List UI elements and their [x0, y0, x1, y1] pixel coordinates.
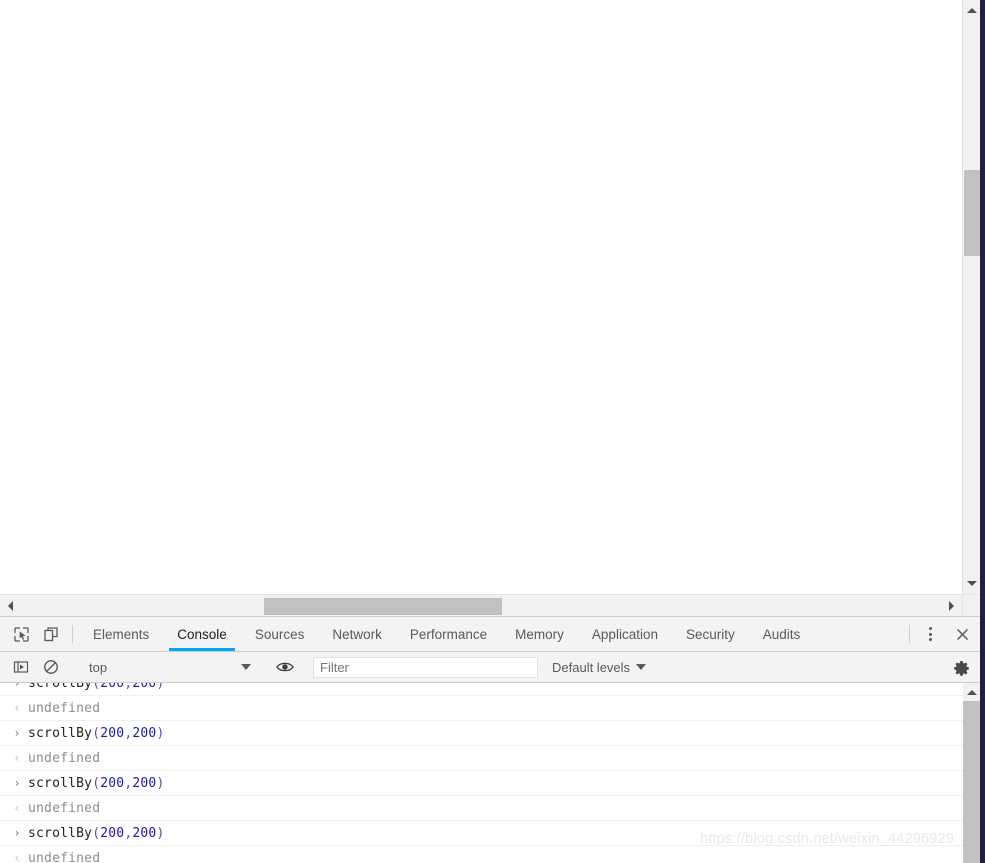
console-output-row: ‹ undefined: [0, 796, 963, 821]
page-viewport[interactable]: [0, 0, 962, 594]
scroll-up-arrow-icon[interactable]: [963, 2, 980, 19]
console-output-row: ‹ undefined: [0, 746, 963, 771]
filter-input[interactable]: [313, 656, 538, 678]
device-toolbar-icon[interactable]: [36, 617, 66, 651]
console-sidebar-icon[interactable]: [6, 659, 36, 675]
tabstrip-divider: [909, 625, 910, 643]
tab-performance[interactable]: Performance: [396, 617, 501, 651]
tab-network-label: Network: [332, 626, 382, 642]
tab-console-label: Console: [177, 626, 227, 642]
chevron-down-icon: [636, 664, 647, 670]
console-prompt-arrow-icon: ›: [13, 826, 21, 840]
tab-sources[interactable]: Sources: [241, 617, 319, 651]
page-vertical-scrollbar-thumb[interactable]: [964, 170, 980, 256]
console-output-row: ‹ undefined: [0, 846, 963, 863]
scroll-right-arrow-icon[interactable]: [943, 595, 960, 616]
inspect-element-icon[interactable]: [6, 617, 36, 651]
tab-network[interactable]: Network: [318, 617, 396, 651]
console-prompt-arrow-icon: ›: [13, 776, 21, 790]
kebab-menu-icon[interactable]: [916, 617, 944, 651]
window-right-edge: [980, 0, 985, 594]
console-input-row: › scrollBy(200,200): [0, 721, 963, 746]
browser-window: Elements Console Sources Network Perform…: [0, 0, 985, 863]
log-levels-label: Default levels: [552, 659, 631, 675]
console-row-text: undefined: [28, 800, 101, 816]
console-result-arrow-icon: ‹: [13, 751, 21, 765]
execution-context-select[interactable]: top: [79, 656, 257, 678]
console-vertical-scrollbar-thumb[interactable]: [963, 701, 980, 863]
toolbar-divider: [72, 625, 73, 643]
page-horizontal-scrollbar-thumb[interactable]: [264, 598, 502, 615]
tabstrip-spacer: [814, 617, 903, 651]
console-prompt-arrow-icon: ›: [13, 683, 21, 690]
devtools-panel: Elements Console Sources Network Perform…: [0, 616, 980, 863]
tab-audits-label: Audits: [762, 626, 801, 642]
clear-console-icon[interactable]: [36, 659, 66, 675]
tab-memory[interactable]: Memory: [501, 617, 578, 651]
window-right-edge-lower: [980, 594, 985, 863]
console-input-row: › scrollBy(200,200): [0, 821, 963, 846]
console-output-row: ‹ undefined: [0, 696, 963, 721]
console-row-text: scrollBy(200,200): [28, 775, 165, 791]
console-row-text: undefined: [28, 850, 101, 863]
execution-context-value: top: [89, 659, 108, 675]
console-vertical-scrollbar[interactable]: [963, 683, 980, 863]
console-input-row: › scrollBy(200,200): [0, 771, 963, 796]
console-result-arrow-icon: ‹: [13, 701, 21, 715]
page-horizontal-scrollbar[interactable]: [0, 594, 962, 616]
tab-security-label: Security: [685, 626, 735, 642]
tab-security[interactable]: Security: [672, 617, 749, 651]
tab-application-label: Application: [591, 626, 658, 642]
log-levels-dropdown[interactable]: Default levels: [552, 659, 647, 675]
tab-console[interactable]: Console: [163, 617, 241, 651]
scroll-down-arrow-icon[interactable]: [963, 575, 980, 592]
tab-elements[interactable]: Elements: [79, 617, 163, 651]
scrollbar-corner: [962, 594, 980, 616]
console-prompt-arrow-icon: ›: [13, 726, 21, 740]
console-result-arrow-icon: ‹: [13, 801, 21, 815]
console-row-text: scrollBy(200,200): [28, 825, 165, 841]
eye-icon[interactable]: [270, 660, 300, 674]
tab-performance-label: Performance: [409, 626, 488, 642]
tab-sources-label: Sources: [254, 626, 305, 642]
console-message-list[interactable]: › scrollBy(200,200) ‹ undefined › scrollBy(20…: [0, 683, 980, 863]
console-scroll-up-arrow-icon[interactable]: [963, 684, 980, 700]
tab-application[interactable]: Application: [578, 617, 672, 651]
gear-icon[interactable]: [942, 658, 980, 677]
close-icon[interactable]: [944, 617, 980, 651]
tab-audits[interactable]: Audits: [749, 617, 815, 651]
console-input-row: › scrollBy(200,200): [0, 683, 963, 696]
devtools-tabstrip: Elements Console Sources Network Perform…: [0, 617, 980, 652]
console-row-text: scrollBy(200,200): [28, 725, 165, 741]
tab-memory-label: Memory: [515, 626, 564, 642]
console-toolbar: top Default levels: [0, 652, 980, 683]
chevron-down-icon: [241, 664, 251, 670]
console-row-text: undefined: [28, 700, 101, 716]
page-vertical-scrollbar[interactable]: [962, 0, 980, 594]
console-row-text: scrollBy(200,200): [28, 683, 165, 691]
tab-elements-label: Elements: [93, 626, 150, 642]
console-result-arrow-icon: ‹: [13, 851, 21, 863]
scroll-left-arrow-icon[interactable]: [2, 595, 19, 616]
console-row-text: undefined: [28, 750, 101, 766]
console-rows: › scrollBy(200,200) ‹ undefined › scrollBy(20…: [0, 683, 963, 863]
